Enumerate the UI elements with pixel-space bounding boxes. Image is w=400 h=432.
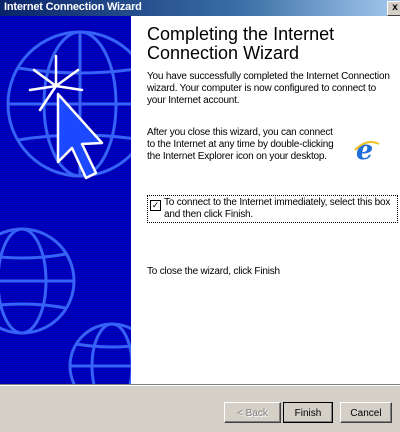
desktop-icon-text: After you close this wizard, you can con… — [147, 127, 334, 162]
connect-now-option[interactable]: ✓ To connect to the Internet immediately… — [147, 195, 398, 223]
window-title: Internet Connection Wizard — [4, 1, 142, 13]
svg-text:e: e — [356, 136, 373, 164]
title-bar[interactable]: Internet Connection Wizard x — [0, 0, 400, 16]
connect-now-label[interactable]: To connect to the Internet immediately, … — [164, 197, 395, 221]
cancel-button[interactable]: Cancel — [340, 402, 392, 423]
internet-explorer-icon: e — [354, 135, 380, 166]
finish-button[interactable]: Finish — [283, 402, 333, 423]
wizard-window: Internet Connection Wizard x Completing … — [0, 0, 400, 432]
close-button[interactable]: x — [387, 1, 400, 16]
back-button[interactable]: < Back — [224, 402, 281, 423]
connect-now-checkbox[interactable]: ✓ — [150, 200, 161, 211]
button-divider — [0, 384, 400, 386]
wizard-side-art — [0, 16, 131, 384]
globe-cursor-icon — [0, 16, 131, 384]
close-instruction-text: To close the wizard, click Finish — [147, 266, 280, 277]
completion-text: You have successfully completed the Inte… — [147, 71, 390, 106]
wizard-content: Completing the Internet Connection Wizar… — [131, 16, 400, 384]
page-title: Completing the Internet Connection Wizar… — [147, 24, 335, 63]
